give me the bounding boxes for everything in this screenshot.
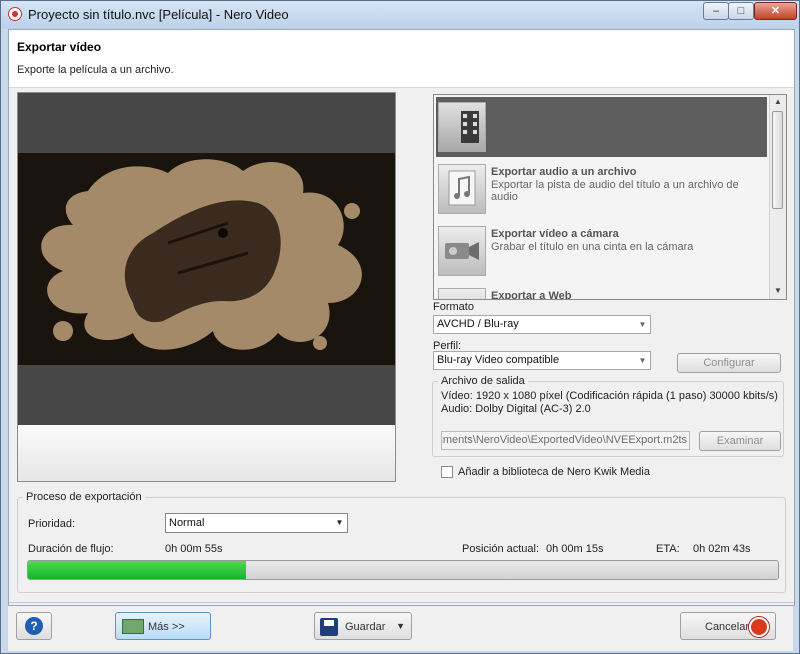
- letterbox-bottom: [18, 365, 395, 425]
- page-title: Exportar vídeo: [17, 40, 102, 54]
- output-video-info: Vídeo: 1920 x 1080 píxel (Codificación r…: [441, 390, 778, 402]
- title-bar[interactable]: Proyecto sin título.nvc [Película] - Ner…: [1, 1, 799, 29]
- export-option-web[interactable]: Exportar a Web: [436, 283, 767, 300]
- preview-frame: [18, 153, 395, 365]
- help-icon: ?: [25, 617, 43, 635]
- web-icon: [438, 288, 486, 299]
- export-option-title: Exportar audio a un archivo: [491, 166, 637, 178]
- output-group-title: Archivo de salida: [438, 375, 528, 387]
- cancel-button[interactable]: Cancelar: [680, 612, 776, 640]
- close-button[interactable]: ✕: [754, 2, 797, 20]
- duration-label: Duración de flujo:: [28, 543, 114, 555]
- export-option-audio[interactable]: Exportar audio a un archivo Exportar la …: [436, 159, 767, 219]
- chevron-down-icon: ▼: [638, 320, 647, 329]
- add-library-label: Añadir a biblioteca de Nero Kwik Media: [458, 466, 650, 478]
- horse-splash-image: [41, 159, 362, 350]
- help-button[interactable]: ?: [16, 612, 52, 640]
- chevron-down-icon[interactable]: ▼: [396, 621, 405, 631]
- list-scrollbar[interactable]: ▲ ▼: [769, 95, 786, 299]
- priority-select[interactable]: Normal ▼: [165, 513, 348, 533]
- export-progress-fill: [28, 561, 246, 579]
- format-value: AVCHD / Blu-ray: [437, 318, 519, 330]
- nero-app-icon: [8, 7, 22, 21]
- browse-button[interactable]: Examinar: [699, 431, 781, 451]
- configure-button[interactable]: Configurar: [677, 353, 781, 373]
- output-path-text: Documents\NeroVideo\ExportedVideo\NVEExp…: [441, 434, 687, 446]
- eta-label: ETA:: [656, 543, 680, 555]
- footer-bar: ? Más >> Guardar ▼ Cancelar: [8, 606, 793, 651]
- camera-icon: [438, 226, 486, 276]
- scroll-up-arrow-icon[interactable]: ▲: [770, 95, 786, 109]
- profile-select[interactable]: Blu-ray Video compatible ▼: [433, 351, 651, 370]
- output-audio-info: Audio: Dolby Digital (AC-3) 2.0: [441, 403, 591, 415]
- footer-separator: [9, 602, 794, 603]
- chevron-down-icon: ▼: [638, 356, 647, 365]
- app-window: Proyecto sin título.nvc [Película] - Ner…: [0, 0, 800, 654]
- maximize-button[interactable]: □: [728, 2, 754, 20]
- export-option-file[interactable]: [436, 97, 767, 157]
- priority-label: Prioridad:: [28, 518, 76, 530]
- floppy-disk-icon: [320, 618, 338, 636]
- minimize-button[interactable]: –: [703, 2, 729, 20]
- scroll-thumb[interactable]: [772, 111, 783, 209]
- scroll-down-arrow-icon[interactable]: ▼: [770, 284, 786, 298]
- preview-control-strip: [18, 425, 395, 481]
- export-process-title: Proceso de exportación: [23, 491, 145, 503]
- letterbox-top: [18, 93, 395, 153]
- film-file-icon: [438, 102, 486, 152]
- export-option-title: Exportar vídeo a cámara: [491, 228, 619, 240]
- cancel-button-label: Cancelar: [705, 621, 750, 633]
- export-option-title: Exportar a Web: [491, 290, 572, 300]
- save-button[interactable]: Guardar ▼: [314, 612, 412, 640]
- format-select[interactable]: AVCHD / Blu-ray ▼: [433, 315, 651, 334]
- video-preview: [17, 92, 396, 482]
- priority-value: Normal: [169, 517, 205, 529]
- more-button-label: Más >>: [148, 621, 185, 633]
- export-progress-bar: [27, 560, 779, 580]
- export-option-description: Exportar la pista de audio del título a …: [491, 179, 739, 203]
- export-option-camera[interactable]: Exportar vídeo a cámara Grabar el título…: [436, 221, 767, 281]
- position-value: 0h 00m 15s: [546, 543, 604, 555]
- more-options-icon: [122, 619, 144, 634]
- stop-hand-icon: [749, 617, 769, 637]
- window-title: Proyecto sin título.nvc [Película] - Ner…: [28, 7, 289, 22]
- output-path-field[interactable]: Documents\NeroVideo\ExportedVideo\NVEExp…: [441, 431, 690, 450]
- duration-value: 0h 00m 55s: [165, 543, 223, 555]
- add-library-checkbox[interactable]: [441, 466, 453, 478]
- save-button-label: Guardar: [345, 621, 386, 633]
- page-subtitle: Exporte la película a un archivo.: [17, 64, 174, 76]
- format-label: Formato: [433, 301, 474, 313]
- audio-file-icon: [438, 164, 486, 214]
- main-content: Exportar vídeo Exporte la película a un …: [8, 29, 795, 606]
- profile-value: Blu-ray Video compatible: [437, 354, 560, 366]
- export-options-list[interactable]: Exportar audio a un archivo Exportar la …: [433, 94, 787, 300]
- chevron-down-icon: ▼: [335, 518, 344, 527]
- more-button[interactable]: Más >>: [115, 612, 211, 640]
- eta-value: 0h 02m 43s: [693, 543, 751, 555]
- export-option-description: Grabar el título en una cinta en la cáma…: [491, 241, 694, 253]
- position-label: Posición actual:: [462, 543, 540, 555]
- header-panel: Exportar vídeo Exporte la película a un …: [9, 30, 794, 88]
